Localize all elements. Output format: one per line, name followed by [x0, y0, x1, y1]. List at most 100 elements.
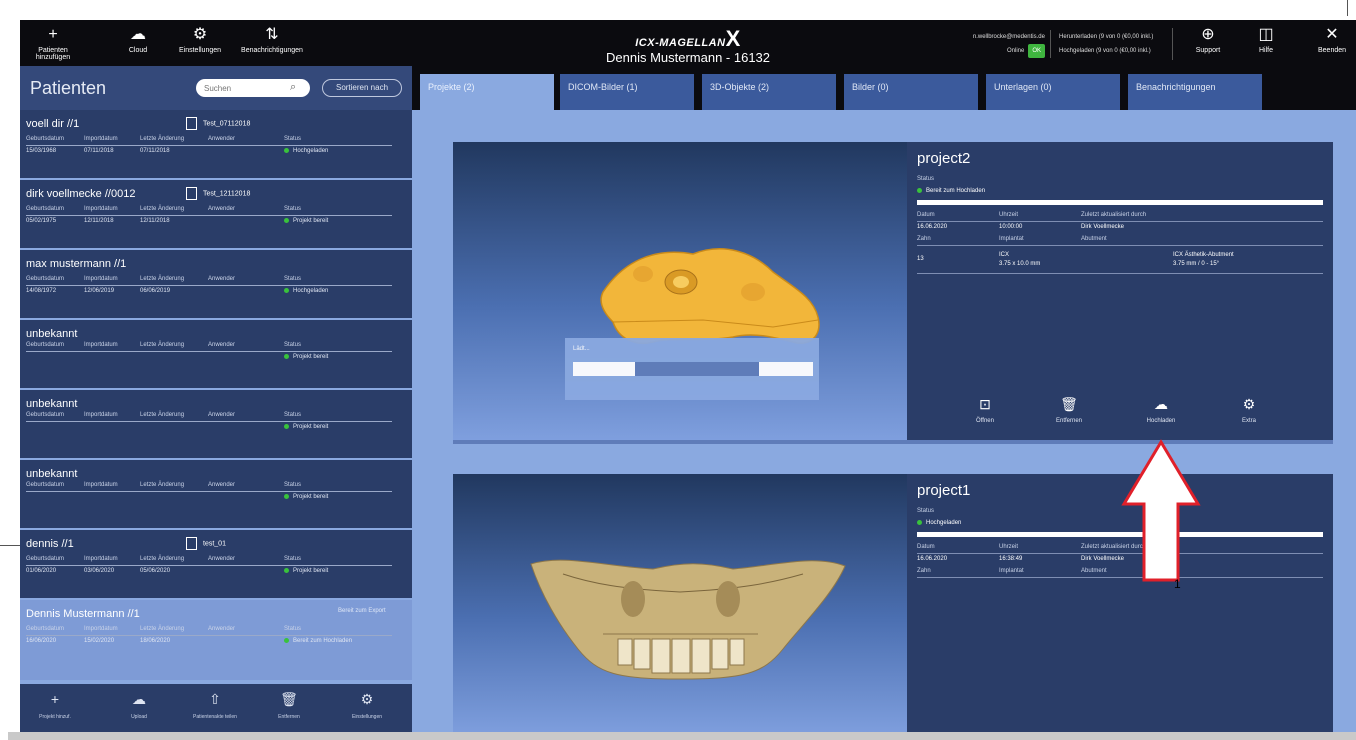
patient-sidebar: Patienten ⌕ Sortieren nach voell dir //1… — [20, 66, 412, 732]
support-button[interactable]: ⊕ Support — [1188, 26, 1228, 54]
val-time: 16:38:49 — [999, 556, 1023, 562]
col-import-date: Importdatum — [84, 626, 118, 632]
tab-notifications[interactable]: Benachrichtigungen — [1128, 74, 1262, 110]
val-updated-by: Dirk Voellmecke — [1081, 556, 1125, 562]
patient-item[interactable]: unbekannt Geburtsdatum Importdatum Letzt… — [20, 460, 412, 530]
patient-item-selected[interactable]: Dennis Mustermann //1 Bereit zum Export … — [20, 600, 412, 682]
quit-button[interactable]: ✕ Beenden — [1310, 26, 1354, 54]
val-import-date: 12/06/2019 — [84, 288, 115, 294]
col-last-change: Letzte Änderung — [140, 556, 185, 562]
patient-item[interactable]: max mustermann //1 Geburtsdatum Importda… — [20, 250, 412, 320]
project-card[interactable]: Lädt... project2 Status Bereit zum Hochl… — [453, 142, 1333, 444]
col-import-date: Importdatum — [84, 556, 118, 562]
document-icon — [186, 117, 197, 130]
brand-logo-text: ICX-MAGELLAN — [635, 37, 726, 49]
remove-button[interactable]: 🗑 Entfernen — [1039, 396, 1099, 424]
patient-status: Hochgeladen — [284, 288, 328, 294]
project-card[interactable]: project1 Status Hochgeladen Datum Uhrzei… — [453, 474, 1333, 732]
col-last-change: Letzte Änderung — [140, 482, 185, 488]
patient-status-text: Hochgeladen — [293, 148, 329, 155]
corner-line — [1347, 0, 1348, 16]
col-birthdate: Geburtsdatum — [26, 276, 65, 282]
project-columns-2: Zahn Implantat Abutment — [917, 236, 1323, 246]
col-birthdate: Geburtsdatum — [26, 556, 65, 562]
upload-button[interactable]: ☁ Upload — [104, 690, 174, 720]
open-label: Öffnen — [976, 418, 994, 424]
status-dot — [284, 424, 289, 429]
patient-status: Projekt bereit — [284, 354, 328, 360]
patient-name: unbekannt — [26, 328, 78, 340]
patient-item[interactable]: dennis //1 test_01 Geburtsdatum Importda… — [20, 530, 412, 600]
brand-logo-x: X — [725, 26, 741, 51]
patient-values: 15/03/1968 07/11/2018 07/11/2018 — [26, 148, 392, 158]
col-abutment: Abutment — [1081, 568, 1107, 574]
col-tooth: Zahn — [917, 568, 931, 574]
val-birthdate: 15/03/1968 — [26, 148, 57, 154]
loading-progress-bar — [573, 362, 813, 376]
val-time: 10:00:00 — [999, 224, 1023, 230]
patient-values: 01/06/2020 03/06/2020 05/06/2020 — [26, 568, 392, 578]
patient-columns: Geburtsdatum Importdatum Letzte Änderung… — [26, 342, 392, 352]
patient-settings-label: Einstellungen — [351, 714, 383, 720]
col-status: Status — [284, 206, 302, 212]
patient-columns: Geburtsdatum Importdatum Letzte Änderung… — [26, 276, 392, 286]
col-import-date: Importdatum — [84, 136, 118, 142]
col-status: Status — [284, 412, 302, 418]
patient-file: Test_07112018 — [186, 117, 250, 130]
patient-item[interactable]: dirk voellmecke //0012 Test_12112018 Geb… — [20, 180, 412, 250]
3d-viewport[interactable] — [453, 474, 907, 732]
val-updated-by: Dirk Voellmecke — [1081, 224, 1125, 230]
col-last-change: Letzte Änderung — [140, 626, 185, 632]
patient-status-text: Bereit zum Hochladen — [293, 638, 353, 645]
col-status: Status — [284, 556, 302, 562]
export-icon: ⇧ — [209, 691, 221, 707]
status-dot — [284, 494, 289, 499]
patient-columns: Geburtsdatum Importdatum Letzte Änderung… — [26, 482, 392, 492]
patient-status: Hochgeladen — [284, 148, 328, 154]
patient-item[interactable]: unbekannt Geburtsdatum Importdatum Letzt… — [20, 390, 412, 460]
upload-project-label: Hochladen — [1146, 418, 1176, 424]
upload-project-button[interactable]: ☁ Hochladen — [1131, 396, 1191, 424]
patient-settings-button[interactable]: ⚙ Einstellungen — [332, 690, 402, 720]
patient-file: test_01 — [186, 537, 226, 550]
search-icon[interactable]: ⌕ — [290, 81, 296, 94]
tab-dicom[interactable]: DICOM-Bilder (1) — [560, 74, 694, 110]
sort-button[interactable]: Sortieren nach — [322, 79, 402, 97]
col-last-change: Letzte Änderung — [140, 412, 185, 418]
patient-columns: Geburtsdatum Importdatum Letzte Änderung… — [26, 412, 392, 422]
patient-status: Projekt bereit — [284, 218, 328, 224]
gear-icon: ⚙ — [1242, 396, 1256, 412]
col-time: Uhrzeit — [999, 544, 1019, 550]
trash-icon: 🗑 — [1060, 396, 1078, 412]
patient-item[interactable]: unbekannt Geburtsdatum Importdatum Letzt… — [20, 320, 412, 390]
remove-patient-button[interactable]: 🗑 Entfernen — [254, 690, 324, 720]
tab-documents[interactable]: Unterlagen (0) — [986, 74, 1120, 110]
project-info: project2 Status Bereit zum Hochladen Dat… — [907, 142, 1333, 440]
tab-images[interactable]: Bilder (0) — [844, 74, 978, 110]
open-button[interactable]: ⊡ Öffnen — [955, 396, 1015, 424]
patient-name: unbekannt — [26, 398, 78, 410]
abutment-size: 3.75 mm / 0 - 15° — [1173, 261, 1220, 267]
patient-status-text: Projekt bereit — [293, 218, 329, 225]
help-button[interactable]: ◫ Hilfe — [1246, 26, 1286, 54]
col-user: Anwender — [208, 206, 236, 212]
patient-columns: Geburtsdatum Importdatum Letzte Änderung… — [26, 136, 392, 146]
col-status: Status — [284, 136, 302, 142]
status-dot — [284, 638, 289, 643]
col-status: Status — [284, 626, 302, 632]
patient-columns: Geburtsdatum Importdatum Letzte Änderung… — [26, 206, 392, 216]
val-last-change: 05/06/2020 — [140, 568, 171, 574]
patient-file-name: Test_12112018 — [203, 190, 251, 198]
patient-item[interactable]: voell dir //1 Test_07112018 Geburtsdatum… — [20, 110, 412, 180]
project-info: project1 Status Hochgeladen Datum Uhrzei… — [907, 474, 1333, 732]
col-last-change: Letzte Änderung — [140, 206, 185, 212]
tab-3d-objects[interactable]: 3D-Objekte (2) — [702, 74, 836, 110]
col-updated-by: Zuletzt aktualisiert durch — [1081, 212, 1147, 218]
extra-button[interactable]: ⚙ Extra — [1219, 396, 1279, 424]
3d-viewport[interactable]: Lädt... — [453, 142, 907, 440]
col-user: Anwender — [208, 136, 236, 142]
share-record-button[interactable]: ⇧ Patientenakte teilen — [180, 690, 250, 720]
abutment-name: ICX Ästhetik-Abutment — [1173, 252, 1234, 258]
add-project-button[interactable]: + Projekt hinzuf. — [20, 690, 90, 720]
tab-projects[interactable]: Projekte (2) — [420, 74, 554, 110]
